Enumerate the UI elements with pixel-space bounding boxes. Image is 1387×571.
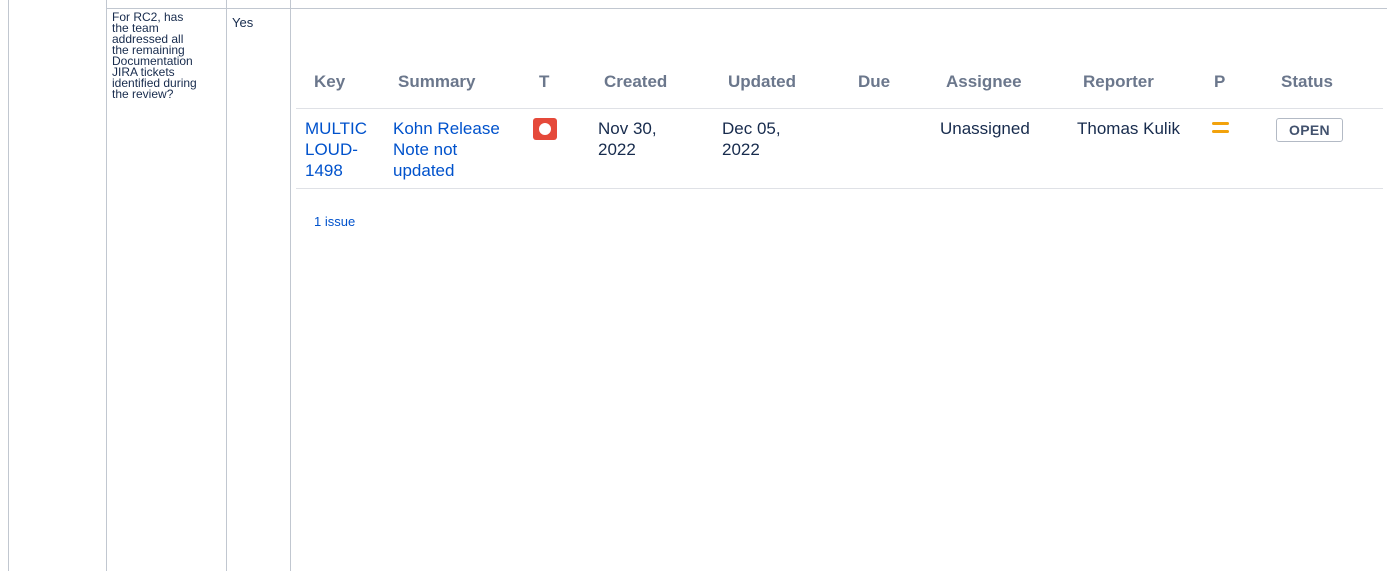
column-header-created[interactable]: Created xyxy=(604,72,667,92)
question-line: the review? xyxy=(112,87,174,101)
table-border-answer-right xyxy=(290,0,291,571)
row-divider xyxy=(296,188,1383,189)
column-header-assignee[interactable]: Assignee xyxy=(946,72,1022,92)
priority-medium-icon xyxy=(1212,122,1229,133)
header-divider xyxy=(296,108,1383,109)
assignee: Unassigned xyxy=(940,119,1030,138)
column-header-priority[interactable]: P xyxy=(1214,72,1225,92)
column-header-status[interactable]: Status xyxy=(1281,72,1333,92)
answer-cell: Yes xyxy=(232,15,254,30)
issue-count-link[interactable]: 1 issue xyxy=(314,214,355,229)
column-header-summary[interactable]: Summary xyxy=(398,72,475,92)
issue-summary-link[interactable]: Kohn Release Note not updated xyxy=(393,118,500,181)
issue-key-link[interactable]: MULTIC LOUD- 1498 xyxy=(305,118,367,181)
column-header-type[interactable]: T xyxy=(539,72,549,92)
created-date: Nov 30, 2022 xyxy=(598,119,657,159)
status-badge: OPEN xyxy=(1276,118,1343,142)
table-border-question-left xyxy=(106,0,107,571)
table-border-top xyxy=(106,8,1387,9)
bug-icon xyxy=(533,118,557,140)
column-header-reporter[interactable]: Reporter xyxy=(1083,72,1154,92)
table-border-question-right xyxy=(226,0,227,571)
column-header-due[interactable]: Due xyxy=(858,72,890,92)
updated-date: Dec 05, 2022 xyxy=(722,119,781,159)
table-border-left xyxy=(8,0,9,571)
column-header-key[interactable]: Key xyxy=(314,72,345,92)
column-header-updated[interactable]: Updated xyxy=(728,72,796,92)
reporter: Thomas Kulik xyxy=(1077,119,1180,138)
